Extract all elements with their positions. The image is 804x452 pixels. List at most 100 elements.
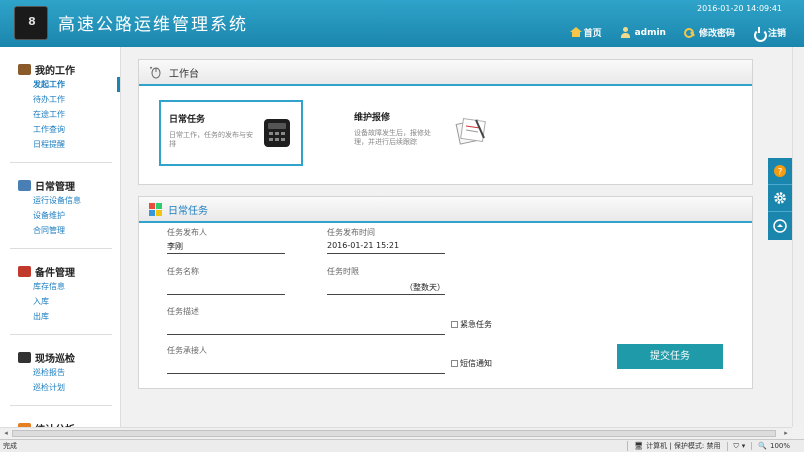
security-zone[interactable]: 🖥 计算机 | 保护模式: 禁用 bbox=[627, 441, 726, 451]
puzzle-icon bbox=[18, 351, 31, 363]
briefcase-icon bbox=[18, 63, 31, 75]
card-daily-task[interactable]: 日常任务 日常工作，任务的发布与安排 bbox=[159, 100, 303, 166]
publisher-field: 任务发布人 李刚 bbox=[167, 227, 285, 254]
security-zone-label: 计算机 | 保护模式: 禁用 bbox=[646, 442, 721, 450]
task-desc-input[interactable] bbox=[167, 320, 445, 335]
sidebar: 我的工作 发起工作 待办工作 在途工作 工作查询 日程提醒 日常管理 运行设备信息 设备维护 合同… bbox=[0, 47, 121, 427]
sidebar-item[interactable]: 设备维护 bbox=[18, 208, 120, 223]
task-duration-input[interactable]: （整数天） bbox=[327, 280, 445, 295]
nav-logout[interactable]: 注销 bbox=[753, 26, 786, 42]
sidebar-group-title: 我的工作 bbox=[35, 65, 75, 77]
computer-icon: 🖥 bbox=[634, 442, 644, 450]
status-text: 完成 bbox=[3, 442, 17, 450]
workbench-panel: 工作台 日常任务 日常工作，任务的发布与安排 维护报修 设备故障发生后，报修处理… bbox=[138, 59, 753, 185]
task-name-input[interactable] bbox=[167, 280, 285, 295]
browser-statusbar: 完成 🖥 计算机 | 保护模式: 禁用 ⛉ ▾ 🔍 100% bbox=[0, 439, 804, 452]
sidebar-item[interactable]: 入库 bbox=[18, 294, 120, 309]
help-button[interactable]: ? bbox=[768, 158, 792, 185]
task-duration-unit: （整数天） bbox=[405, 283, 445, 292]
sidebar-item[interactable]: 日程提醒 bbox=[18, 137, 120, 152]
nav-change-password-label: 修改密码 bbox=[698, 29, 735, 39]
horizontal-scrollbar[interactable]: ◂ ▸ bbox=[0, 427, 792, 439]
publish-time-input[interactable]: 2016-01-21 15:21 bbox=[327, 241, 445, 254]
vertical-scrollbar[interactable] bbox=[792, 47, 804, 427]
top-nav: 首页 admin 修改密码 注销 bbox=[569, 26, 786, 42]
mouse-icon bbox=[150, 66, 161, 78]
assignee-field: 任务承接人 bbox=[167, 345, 445, 374]
zoom-control[interactable]: 🔍 100% bbox=[751, 442, 804, 450]
sidebar-item[interactable]: 出库 bbox=[18, 309, 120, 324]
scroll-right-arrow-icon[interactable]: ▸ bbox=[780, 428, 792, 439]
submit-task-button[interactable]: 提交任务 bbox=[617, 344, 723, 369]
settings-button[interactable] bbox=[768, 185, 792, 212]
nav-user-label: admin bbox=[634, 27, 666, 38]
clipboard-pen-icon bbox=[455, 118, 486, 145]
gear-icon bbox=[774, 192, 786, 204]
urgent-checkbox[interactable] bbox=[451, 321, 458, 328]
scroll-top-button[interactable] bbox=[768, 212, 792, 239]
sidebar-group-title: 备件管理 bbox=[35, 267, 75, 279]
sidebar-group-header[interactable]: 日常管理 bbox=[18, 177, 120, 193]
sidebar-item[interactable]: 合同管理 bbox=[18, 223, 120, 238]
sidebar-item[interactable]: 库存信息 bbox=[18, 279, 120, 294]
sidebar-group: 日常管理 运行设备信息 设备维护 合同管理 bbox=[0, 163, 120, 244]
workbench-header: 工作台 bbox=[139, 60, 752, 86]
publish-time-label: 任务发布时间 bbox=[327, 228, 375, 237]
publisher-input[interactable]: 李刚 bbox=[167, 241, 285, 254]
task-form-title: 日常任务 bbox=[168, 205, 208, 217]
task-desc-label: 任务描述 bbox=[167, 307, 199, 316]
user-icon bbox=[620, 27, 631, 38]
nav-logout-label: 注销 bbox=[767, 29, 786, 39]
sms-label: 短信通知 bbox=[460, 359, 492, 368]
app-header: 8 高速公路运维管理系统 2016-01-20 14:09:41 首页 admi… bbox=[0, 0, 804, 47]
current-datetime: 2016-01-20 14:09:41 bbox=[697, 4, 782, 13]
scroll-left-arrow-icon[interactable]: ◂ bbox=[0, 428, 12, 439]
sidebar-item[interactable]: 运行设备信息 bbox=[18, 193, 120, 208]
floating-toolbar: ? bbox=[768, 158, 792, 240]
sms-checkbox-wrap[interactable]: 短信通知 bbox=[451, 358, 492, 369]
sidebar-group-header[interactable]: 我的工作 bbox=[18, 61, 120, 77]
task-name-label: 任务名称 bbox=[167, 267, 199, 276]
assignee-input[interactable] bbox=[167, 359, 445, 374]
nav-user[interactable]: admin bbox=[620, 26, 666, 39]
app-title: 高速公路运维管理系统 bbox=[58, 15, 248, 35]
sidebar-group-header[interactable]: 备件管理 bbox=[18, 263, 120, 279]
sidebar-item[interactable]: 工作查询 bbox=[18, 122, 120, 137]
app-logo: 8 bbox=[14, 6, 48, 40]
blocks-icon bbox=[18, 265, 31, 277]
sidebar-group-header[interactable]: 统计分析 bbox=[18, 420, 120, 427]
sidebar-item[interactable]: 发起工作 bbox=[18, 77, 120, 92]
task-desc-field: 任务描述 bbox=[167, 306, 445, 335]
sidebar-item[interactable]: 在途工作 bbox=[18, 107, 120, 122]
power-icon bbox=[753, 27, 767, 42]
nav-home-label: 首页 bbox=[583, 29, 602, 39]
urgent-checkbox-wrap[interactable]: 紧急任务 bbox=[451, 319, 492, 330]
sidebar-group-title: 现场巡检 bbox=[35, 353, 75, 365]
sidebar-group-header[interactable]: 现场巡检 bbox=[18, 349, 120, 365]
sidebar-item[interactable]: 巡检计划 bbox=[18, 380, 120, 395]
sidebar-group: 备件管理 库存信息 入库 出库 bbox=[0, 249, 120, 330]
shield-icon: ⛉ bbox=[733, 441, 739, 450]
sidebar-item[interactable]: 待办工作 bbox=[18, 92, 120, 107]
task-form-panel: 日常任务 任务发布人 李刚 任务发布时间 2016-01-21 15:21 任务… bbox=[138, 196, 753, 389]
protected-mode-toggle[interactable]: ⛉ ▾ bbox=[726, 441, 752, 451]
help-icon: ? bbox=[774, 165, 786, 178]
logo-text: 8 bbox=[28, 15, 36, 28]
scrollbar-thumb[interactable] bbox=[12, 430, 776, 437]
card-repair-desc: 设备故障发生后，报修处理，并进行后续跟踪 bbox=[354, 129, 431, 146]
sidebar-group-title: 日常管理 bbox=[35, 181, 75, 193]
task-duration-field: 任务时限 （整数天） bbox=[327, 266, 445, 295]
main-content: 工作台 日常任务 日常工作，任务的发布与安排 维护报修 设备故障发生后，报修处理… bbox=[121, 47, 768, 427]
card-repair[interactable]: 维护报修 设备故障发生后，报修处理，并进行后续跟踪 bbox=[346, 100, 490, 166]
zoom-icon: 🔍 bbox=[758, 442, 767, 450]
arrow-up-circle-icon bbox=[773, 218, 787, 233]
nav-home[interactable]: 首页 bbox=[569, 26, 602, 39]
svg-text:?: ? bbox=[778, 168, 783, 178]
sidebar-group: 现场巡检 巡检报告 巡检计划 bbox=[0, 335, 120, 401]
sidebar-item[interactable]: 巡检报告 bbox=[18, 365, 120, 380]
nav-change-password[interactable]: 修改密码 bbox=[683, 26, 735, 39]
task-duration-label: 任务时限 bbox=[327, 267, 359, 276]
card-daily-task-desc: 日常工作，任务的发布与安排 bbox=[169, 131, 253, 148]
sidebar-group: 我的工作 发起工作 待办工作 在途工作 工作查询 日程提醒 bbox=[0, 47, 120, 158]
sms-checkbox[interactable] bbox=[451, 360, 458, 367]
